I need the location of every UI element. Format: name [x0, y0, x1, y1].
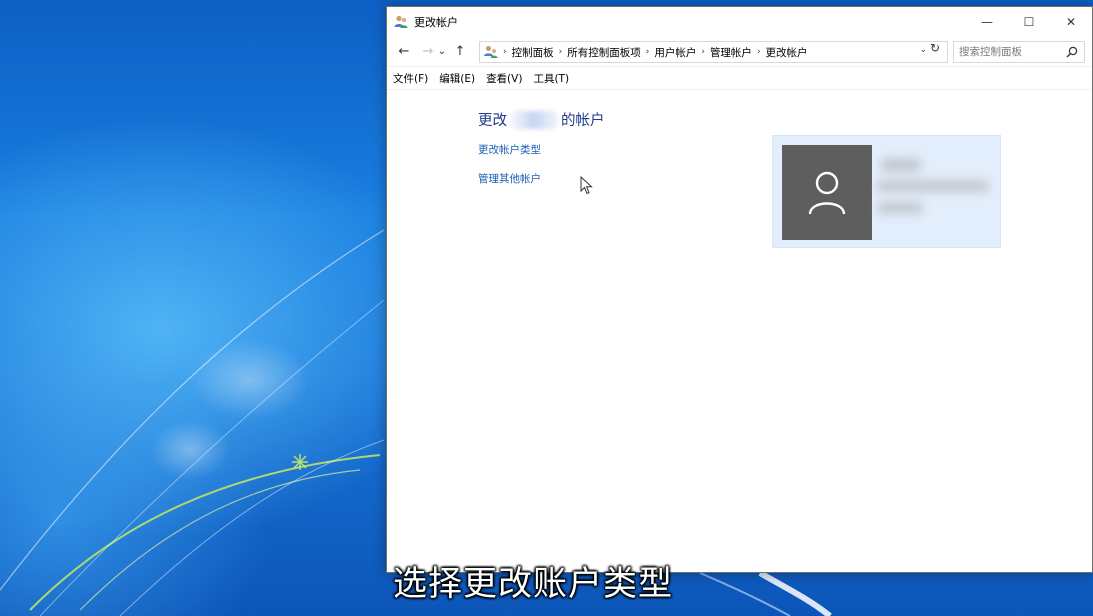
mouse-cursor-icon	[580, 176, 593, 195]
breadcrumb-separator: ›	[701, 47, 705, 57]
breadcrumb-change-account[interactable]: 更改帐户	[766, 45, 808, 60]
search-box[interactable]	[953, 41, 1085, 63]
account-info-blurred	[881, 158, 921, 172]
maximize-button[interactable]: ☐	[1008, 7, 1050, 37]
control-panel-window: 更改帐户 — ☐ ✕ ← → ⌄ ↑ › 控制面板 › 所有控制面板项 › 用户…	[386, 6, 1093, 573]
recent-locations-button[interactable]: ⌄	[437, 41, 447, 63]
account-card	[772, 135, 1001, 248]
account-name-blurred	[510, 110, 558, 129]
menu-file[interactable]: 文件(F)	[392, 69, 429, 88]
account-info-blurred	[877, 180, 989, 192]
forward-button[interactable]: →	[419, 41, 437, 63]
navigation-bar: ← → ⌄ ↑ › 控制面板 › 所有控制面板项 › 用户帐户 › 管理帐户 ›…	[387, 37, 1092, 67]
video-subtitle: 选择更改账户类型	[393, 564, 673, 604]
page-title-suffix: 的帐户	[561, 113, 605, 129]
menu-tools[interactable]: 工具(T)	[532, 69, 570, 88]
page-title: 更改 的帐户	[478, 109, 605, 130]
breadcrumb-separator: ›	[756, 47, 761, 57]
search-input[interactable]	[959, 46, 1067, 58]
menu-bar: 文件(F) 编辑(E) 查看(V) 工具(T)	[387, 67, 1092, 89]
breadcrumb-control-panel[interactable]: 控制面板	[512, 45, 554, 60]
window-title: 更改帐户	[414, 16, 458, 29]
breadcrumb-all-items[interactable]: 所有控制面板项	[567, 45, 641, 60]
breadcrumb-manage-accounts[interactable]: 管理帐户	[710, 45, 752, 60]
page-title-prefix: 更改	[478, 113, 507, 129]
breadcrumb-separator: ›	[645, 47, 650, 57]
breadcrumb-user-accounts[interactable]: 用户帐户	[654, 45, 696, 60]
account-info-blurred	[877, 202, 923, 214]
up-button[interactable]: ↑	[451, 41, 469, 63]
refresh-button[interactable]: ↻	[930, 41, 940, 55]
content-area: 更改 的帐户 更改帐户类型 管理其他帐户	[387, 89, 1092, 573]
address-bar[interactable]: › 控制面板 › 所有控制面板项 › 用户帐户 › 管理帐户 › 更改帐户 ⌄	[479, 41, 948, 63]
back-button[interactable]: ←	[395, 41, 413, 63]
menu-view[interactable]: 查看(V)	[485, 69, 523, 88]
avatar	[782, 145, 872, 240]
breadcrumb-separator: ›	[558, 47, 563, 57]
breadcrumb-separator: ›	[503, 47, 507, 57]
menu-edit[interactable]: 编辑(E)	[438, 69, 476, 88]
address-dropdown-button[interactable]: ⌄	[919, 45, 927, 55]
close-button[interactable]: ✕	[1050, 7, 1092, 37]
manage-other-accounts-link[interactable]: 管理其他帐户	[478, 171, 541, 186]
window-controls: — ☐ ✕	[966, 7, 1092, 37]
search-icon[interactable]	[1066, 46, 1078, 58]
minimize-button[interactable]: —	[966, 7, 1008, 37]
control-panel-icon	[484, 46, 498, 58]
user-silhouette-icon	[808, 171, 846, 214]
change-account-type-link[interactable]: 更改帐户类型	[478, 142, 541, 157]
title-bar[interactable]: 更改帐户 — ☐ ✕	[387, 7, 1092, 37]
users-icon	[394, 15, 408, 28]
